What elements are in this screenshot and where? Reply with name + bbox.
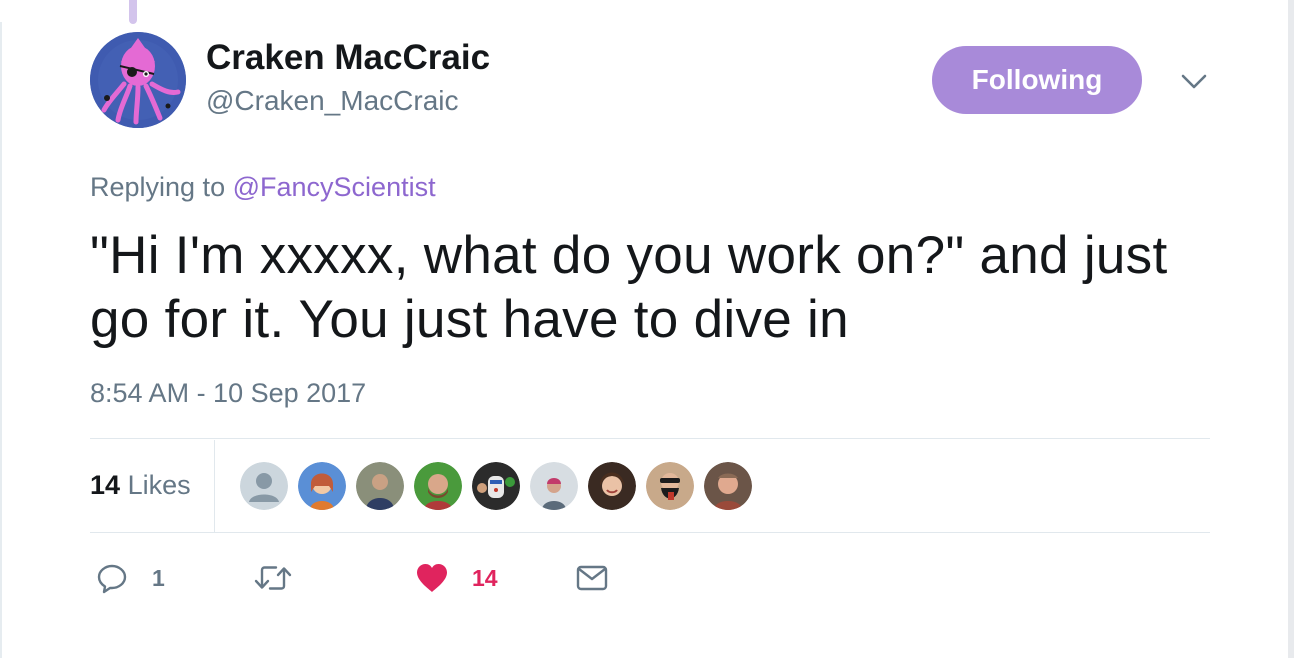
heart-filled-icon	[417, 564, 447, 592]
liker-avatar-image	[472, 462, 520, 510]
reply-action[interactable]: 1	[96, 560, 165, 596]
author-handle[interactable]: @Craken_MacCraic	[206, 84, 459, 118]
reply-icon	[97, 564, 127, 594]
replying-to-line: Replying to @FancyScientist	[90, 170, 436, 204]
stats-top-divider	[90, 438, 1210, 439]
likes-count-link[interactable]: 14 Likes	[90, 468, 191, 502]
liker-avatar-7[interactable]	[588, 462, 636, 510]
liker-avatar-image	[588, 462, 636, 510]
liker-avatar-4[interactable]	[414, 462, 462, 510]
like-count: 14	[472, 564, 498, 591]
liker-avatar-image	[414, 462, 462, 510]
author-avatar[interactable]	[90, 32, 186, 128]
liker-avatar-image	[530, 462, 578, 510]
liker-avatar-9[interactable]	[704, 462, 752, 510]
right-scroll-gutter	[1288, 0, 1294, 658]
tweet-text: "Hi I'm xxxxx, what do you work on?" and…	[90, 226, 1168, 349]
squid-avatar-image	[90, 32, 186, 128]
stats-vertical-divider	[214, 440, 215, 532]
liker-avatar-6[interactable]	[530, 462, 578, 510]
direct-message-action[interactable]	[576, 560, 608, 596]
liker-avatar-5[interactable]	[472, 462, 520, 510]
retweet-action[interactable]	[254, 560, 316, 596]
chevron-down-icon	[1181, 74, 1207, 89]
author-display-name[interactable]: Craken MacCraic	[206, 38, 490, 78]
tweet-timestamp[interactable]: 8:54 AM - 10 Sep 2017	[90, 376, 366, 410]
following-button[interactable]: Following	[932, 46, 1142, 114]
liker-avatar-image	[356, 462, 404, 510]
liker-avatar-image	[646, 462, 694, 510]
liker-avatar-2[interactable]	[298, 462, 346, 510]
left-border	[0, 22, 2, 658]
retweet-icon	[254, 566, 292, 590]
likes-count-number: 14	[90, 470, 121, 500]
replying-to-label: Replying to	[90, 172, 226, 202]
stats-bottom-divider	[90, 532, 1210, 533]
replying-to-mention-link[interactable]: @FancyScientist	[233, 172, 436, 202]
reply-count: 1	[152, 564, 165, 591]
liker-avatar-8[interactable]	[646, 462, 694, 510]
liker-avatar-image	[298, 462, 346, 510]
liker-avatar-3[interactable]	[356, 462, 404, 510]
envelope-icon	[576, 565, 608, 591]
liker-avatar-1[interactable]	[240, 462, 288, 510]
tweet-menu-chevron-button[interactable]	[1178, 68, 1210, 96]
tweet-page: Craken MacCraic @Craken_MacCraic Followi…	[0, 0, 1294, 658]
like-action[interactable]: 14	[416, 560, 498, 596]
thread-connector-line	[129, 0, 137, 24]
likes-count-label: Likes	[127, 470, 191, 500]
liker-avatar-image	[704, 462, 752, 510]
default-person-icon	[240, 462, 288, 510]
